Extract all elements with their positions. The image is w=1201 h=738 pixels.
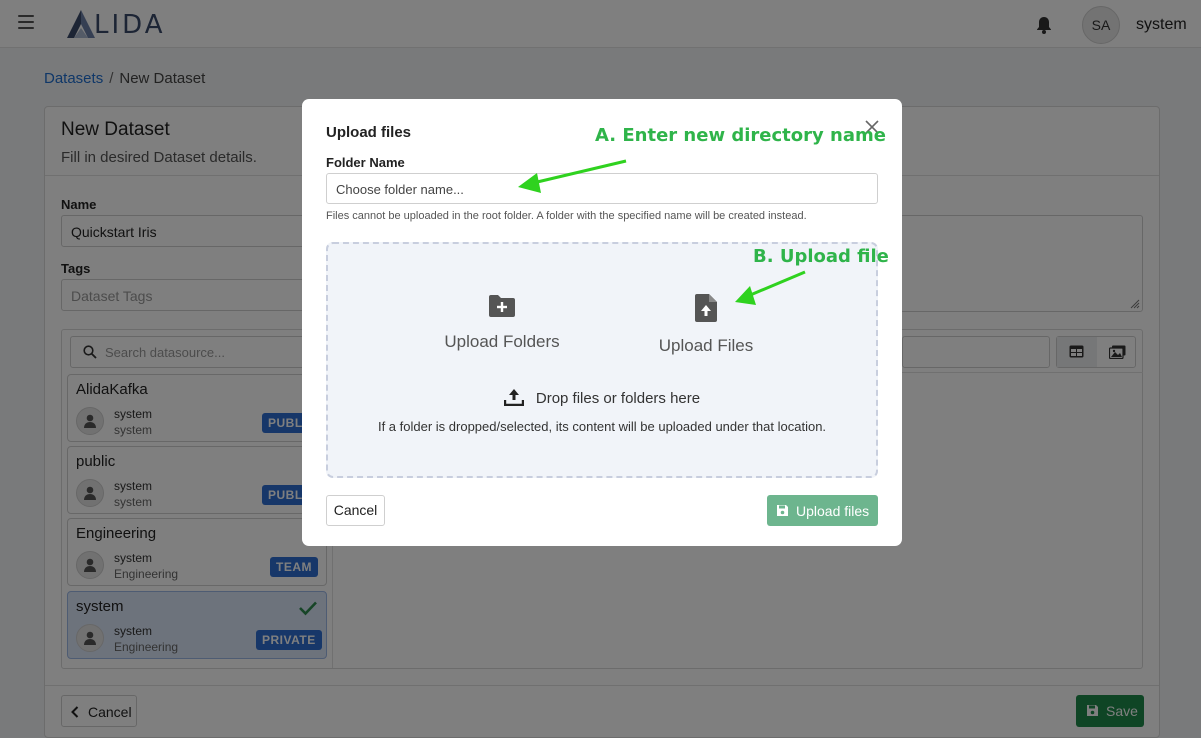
upload-files-button[interactable]: Upload Files xyxy=(626,294,786,356)
upload-files-modal: Upload files Folder Name Choose folder n… xyxy=(302,99,902,546)
drop-hint: If a folder is dropped/selected, its con… xyxy=(377,419,827,434)
annotation-a: A. Enter new directory name xyxy=(595,125,886,146)
folder-plus-icon xyxy=(489,295,515,317)
modal-title: Upload files xyxy=(326,124,412,141)
drop-label: Drop files or folders here xyxy=(535,390,701,407)
folder-name-label: Folder Name xyxy=(326,155,405,170)
file-upload-icon xyxy=(695,294,717,322)
upload-folders-label: Upload Folders xyxy=(444,332,560,351)
upload-folders-button[interactable]: Upload Folders xyxy=(422,294,582,352)
upload-files-submit-label: Upload files xyxy=(796,503,870,519)
file-dropzone[interactable]: Upload Folders Upload Files Drop files o… xyxy=(326,242,878,478)
annotation-b: B. Upload file xyxy=(753,246,889,267)
upload-tray-icon xyxy=(503,389,525,407)
folder-name-hint: Files cannot be uploaded in the root fol… xyxy=(326,210,807,222)
folder-name-input[interactable]: Choose folder name... xyxy=(326,173,878,204)
upload-files-submit-button[interactable]: Upload files xyxy=(767,495,878,526)
upload-files-label: Upload Files xyxy=(658,336,754,355)
drop-row: Drop files or folders here xyxy=(328,388,876,407)
floppy-disk-icon xyxy=(777,505,788,516)
modal-cancel-button[interactable]: Cancel xyxy=(326,495,385,526)
